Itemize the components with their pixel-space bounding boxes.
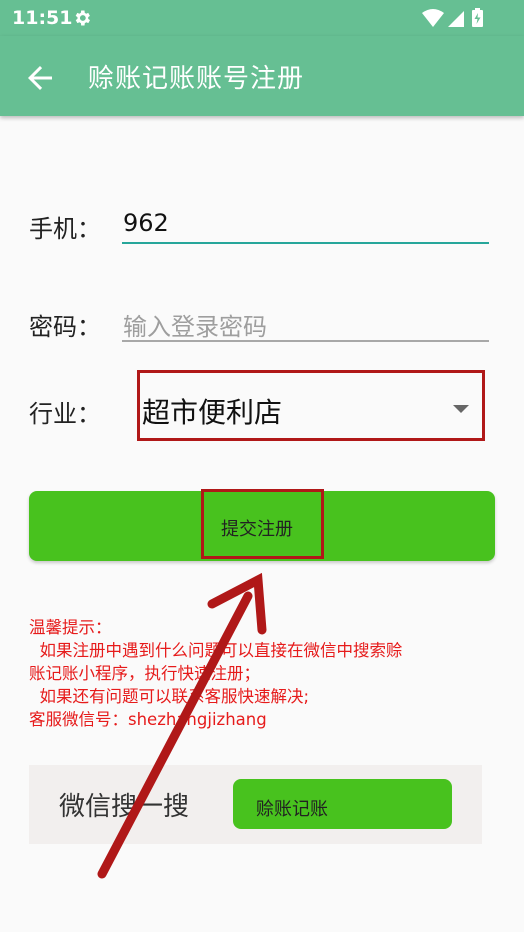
annotation-arrow (97, 572, 267, 879)
annotation-arrow-shaft (97, 591, 253, 879)
